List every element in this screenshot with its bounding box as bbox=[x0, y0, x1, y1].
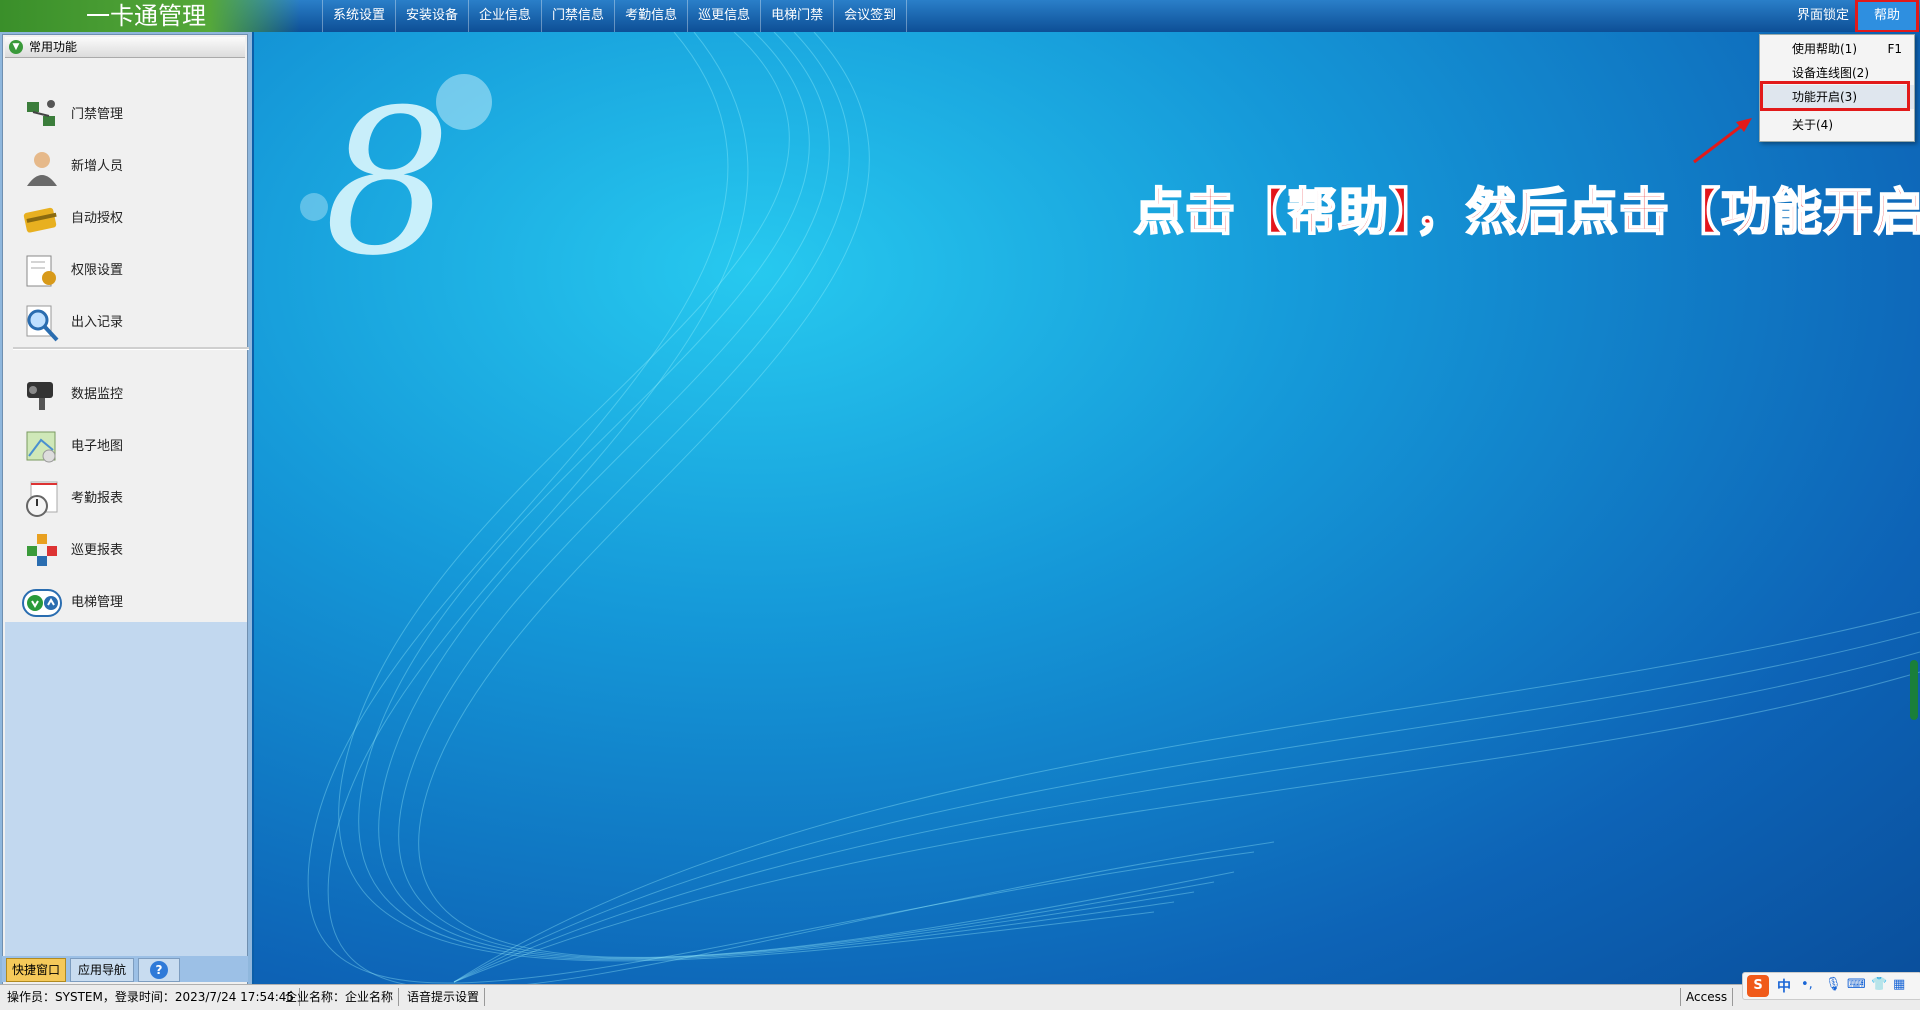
main-workspace: 8 点击【帮助】，然后点击【功能开启】 bbox=[254, 32, 1920, 984]
func-label: 权限设置 bbox=[71, 263, 124, 278]
help-menu-button[interactable]: 帮助 bbox=[1855, 0, 1919, 33]
company-info: 企业名称：企业名称 bbox=[280, 988, 400, 1006]
func-label: 电梯管理 bbox=[71, 595, 124, 610]
func-label: 电子地图 bbox=[71, 439, 124, 454]
func-label: 新增人员 bbox=[71, 159, 124, 174]
func-label: 考勤报表 bbox=[71, 491, 124, 506]
menu-item-label: 使用帮助(1) bbox=[1792, 42, 1857, 56]
menu-item-usage-help[interactable]: 使用帮助(1) F1 bbox=[1760, 37, 1914, 61]
keyboard-icon[interactable]: ⌨ bbox=[1847, 977, 1866, 992]
microphone-icon[interactable]: 🎙 bbox=[1825, 977, 1842, 992]
left-panel-tabs: 快捷窗口 应用导航 ? bbox=[2, 956, 248, 982]
func-elevator-management[interactable]: 电梯管理 bbox=[19, 580, 239, 626]
menu-patrol-info[interactable]: 巡更信息 bbox=[687, 0, 760, 32]
magnifier-icon bbox=[26, 305, 59, 342]
sogou-logo-icon: S bbox=[1747, 975, 1769, 997]
help-icon[interactable]: ? bbox=[138, 958, 180, 982]
func-data-monitor[interactable]: 数据监控 bbox=[19, 372, 239, 418]
menu-item-about[interactable]: 关于(4) bbox=[1760, 113, 1914, 137]
func-patrol-report[interactable]: 巡更报表 bbox=[19, 528, 239, 574]
app-title: 一卡通管理 bbox=[0, 0, 300, 32]
func-e-map[interactable]: 电子地图 bbox=[19, 424, 239, 470]
skin-icon[interactable]: 👕 bbox=[1871, 977, 1887, 992]
menu-door-info[interactable]: 门禁信息 bbox=[541, 0, 614, 32]
camera-icon bbox=[27, 382, 53, 410]
menu-system-settings[interactable]: 系统设置 bbox=[322, 0, 395, 32]
panel-header[interactable]: ▼ 常用功能 bbox=[5, 37, 245, 58]
menu-elevator-access[interactable]: 电梯门禁 bbox=[760, 0, 833, 32]
panel-empty-area bbox=[5, 622, 247, 959]
func-attendance-report[interactable]: 考勤报表 bbox=[19, 476, 239, 522]
toolbox-icon[interactable]: ▦ bbox=[1893, 977, 1905, 992]
tab-app-navigation[interactable]: 应用导航 bbox=[70, 958, 134, 982]
annotation-arrow bbox=[1693, 118, 1752, 164]
common-functions-panel: ▼ 常用功能 门禁管理 新增人员 自动授权 权限设置 出入记录 数据监控 电子地… bbox=[2, 34, 249, 986]
panel-header-label: 常用功能 bbox=[29, 40, 78, 54]
scroll-indicator[interactable] bbox=[1910, 660, 1918, 720]
left-sidebar: ▼ 常用功能 门禁管理 新增人员 自动授权 权限设置 出入记录 数据监控 电子地… bbox=[0, 32, 252, 986]
menu-item-label: 关于(4) bbox=[1792, 118, 1833, 132]
func-auto-authorize[interactable]: 自动授权 bbox=[19, 196, 239, 242]
voice-prompt-settings[interactable]: 语音提示设置 bbox=[402, 988, 486, 1006]
tab-quick-window[interactable]: 快捷窗口 bbox=[6, 958, 66, 982]
door-access-icon bbox=[27, 100, 55, 126]
permission-icon bbox=[26, 255, 56, 287]
operator-info: 操作员：SYSTEM，登录时间：2023/7/24 17:54:45 bbox=[2, 988, 301, 1006]
func-label: 数据监控 bbox=[71, 387, 124, 402]
menu-company-info[interactable]: 企业信息 bbox=[468, 0, 541, 32]
func-door-access[interactable]: 门禁管理 bbox=[19, 92, 239, 138]
divider bbox=[13, 347, 249, 350]
elevator-icon bbox=[22, 589, 62, 617]
ime-toolbar[interactable]: S 中 •, 🎙 ⌨ 👕 ▦ bbox=[1742, 972, 1920, 1000]
shortcut-key: F1 bbox=[1887, 42, 1902, 56]
menu-meeting-signin[interactable]: 会议签到 bbox=[833, 0, 908, 32]
punctuation-icon[interactable]: •, bbox=[1801, 977, 1813, 992]
clock-icon bbox=[26, 481, 58, 517]
database-type: Access bbox=[1680, 988, 1734, 1006]
menu-attendance-info[interactable]: 考勤信息 bbox=[614, 0, 687, 32]
ime-language[interactable]: 中 bbox=[1777, 976, 1791, 996]
patrol-icon bbox=[27, 534, 57, 566]
lock-ui-button[interactable]: 界面锁定 bbox=[1788, 0, 1858, 32]
func-add-person[interactable]: 新增人员 bbox=[19, 144, 239, 190]
func-label: 巡更报表 bbox=[71, 543, 124, 558]
status-bar: 操作员：SYSTEM，登录时间：2023/7/24 17:54:45 企业名称：… bbox=[0, 984, 1920, 1010]
map-icon bbox=[26, 431, 56, 463]
func-access-records[interactable]: 出入记录 bbox=[19, 300, 239, 346]
func-permission-settings[interactable]: 权限设置 bbox=[19, 248, 239, 294]
func-label: 出入记录 bbox=[71, 315, 124, 330]
person-icon bbox=[27, 152, 57, 186]
highlight-box bbox=[1760, 81, 1910, 111]
help-glyph: ? bbox=[150, 961, 168, 979]
top-menu-bar: 一卡通管理 系统设置 安装设备 企业信息 门禁信息 考勤信息 巡更信息 电梯门禁… bbox=[0, 0, 1920, 33]
card-icon bbox=[23, 207, 57, 233]
collapse-icon[interactable]: ▼ bbox=[9, 40, 23, 54]
help-dropdown-menu: 使用帮助(1) F1 设备连线图(2) 功能开启(3) 关于(4) bbox=[1759, 34, 1915, 142]
main-menu: 系统设置 安装设备 企业信息 门禁信息 考勤信息 巡更信息 电梯门禁 会议签到 bbox=[322, 0, 908, 32]
menu-install-device[interactable]: 安装设备 bbox=[395, 0, 468, 32]
func-label: 自动授权 bbox=[71, 211, 124, 226]
func-label: 门禁管理 bbox=[71, 107, 124, 122]
